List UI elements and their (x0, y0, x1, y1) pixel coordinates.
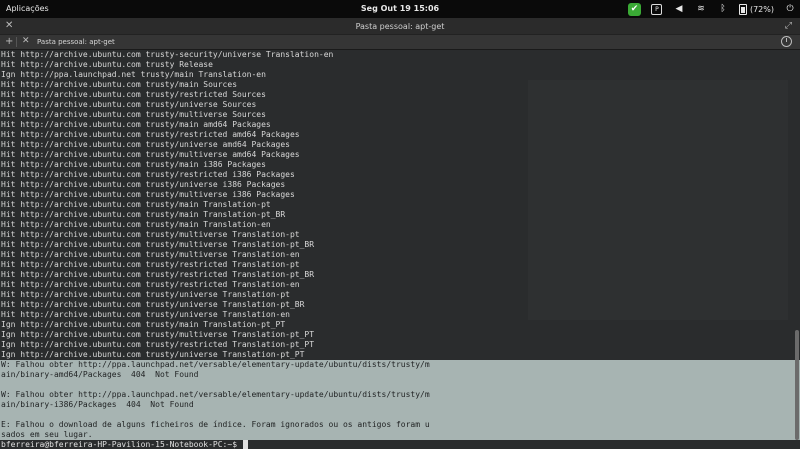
terminal-line: Ign http://archive.ubuntu.com trusty/res… (1, 340, 315, 349)
prompt-text: bferreira@bferreira-HP-Pavilion-15-Noteb… (1, 440, 242, 449)
terminal-line: Ign http://archive.ubuntu.com trusty/mul… (1, 330, 315, 339)
tab-close-icon[interactable]: ✕ (22, 36, 30, 46)
terminal-line: Hit http://archive.ubuntu.com trusty/res… (1, 270, 315, 279)
terminal-line: Hit http://archive.ubuntu.com trusty/res… (1, 130, 300, 139)
terminal-line: Hit http://archive.ubuntu.com trusty/mul… (1, 250, 300, 259)
terminal-line: Hit http://archive.ubuntu.com trusty/res… (1, 280, 300, 289)
maximize-icon[interactable]: ⤢ (785, 21, 792, 31)
volume-icon[interactable]: ◀︎ (673, 3, 685, 15)
keyboard-layout-icon[interactable]: P (651, 3, 663, 15)
terminal-line-selected: ain/binary-i386/Packages 404 Not Found (0, 400, 800, 410)
top-panel: Aplicações Seg Out 19 15:06 ✔ P ◀︎ ≋ ᛒ (… (0, 0, 800, 18)
terminal-line: Hit http://archive.ubuntu.com trusty/mai… (1, 220, 271, 229)
terminal-line-selected (0, 380, 800, 390)
wifi-icon[interactable]: ≋ (695, 3, 707, 15)
history-icon[interactable] (781, 36, 792, 47)
terminal-line: Hit http://archive.ubuntu.com trusty/uni… (1, 310, 290, 319)
terminal-line: Hit http://archive.ubuntu.com trusty/mul… (1, 110, 266, 119)
terminal-line: Ign http://ppa.launchpad.net trusty/main… (1, 70, 266, 79)
terminal-line: Hit http://archive.ubuntu.com trusty/uni… (1, 180, 286, 189)
terminal-line: Hit http://archive.ubuntu.com trusty/mul… (1, 230, 300, 239)
terminal-line: Hit http://archive.ubuntu.com trusty/mai… (1, 200, 271, 209)
terminal-line: Hit http://archive.ubuntu.com trusty/mul… (1, 240, 315, 249)
tab-separator (16, 37, 17, 47)
battery-icon (738, 3, 747, 15)
tab-label[interactable]: Pasta pessoal: apt-get (37, 38, 115, 46)
terminal-line: Hit http://archive.ubuntu.com trusty/res… (1, 260, 300, 269)
terminal-line: Hit http://archive.ubuntu.com trusty/res… (1, 170, 295, 179)
terminal-line-selected: sados em seu lugar. (0, 430, 800, 440)
terminal-line: Hit http://archive.ubuntu.com trusty/mai… (1, 160, 266, 169)
new-tab-icon[interactable]: + (5, 36, 13, 47)
terminal-line: Hit http://archive.ubuntu.com trusty/uni… (1, 100, 257, 109)
battery-indicator[interactable]: (72%) (738, 3, 774, 15)
terminal-line-selected: E: Falhou o download de alguns ficheiros… (0, 420, 800, 430)
check-icon[interactable]: ✔ (627, 2, 641, 16)
terminal-line: Ign http://archive.ubuntu.com trusty/mai… (1, 320, 286, 329)
text-cursor (242, 440, 248, 449)
system-tray: ✔ P ◀︎ ≋ ᛒ (72%) ⏻ (627, 1, 796, 17)
terminal-line: Hit http://archive.ubuntu.com trusty/uni… (1, 140, 290, 149)
tab-bar: + ✕ Pasta pessoal: apt-get (0, 35, 800, 50)
terminal-line: Ign http://archive.ubuntu.com trusty/uni… (1, 350, 305, 359)
terminal-line: Hit http://archive.ubuntu.com trusty/mai… (1, 210, 286, 219)
terminal-line-selected (0, 410, 800, 420)
terminal-line: Hit http://archive.ubuntu.com trusty-sec… (1, 50, 334, 59)
terminal-line: Hit http://archive.ubuntu.com trusty/mul… (1, 150, 300, 159)
terminal-line: Hit http://archive.ubuntu.com trusty/mai… (1, 80, 238, 89)
terminal-scrollbar[interactable] (795, 330, 799, 440)
window-title: Pasta pessoal: apt-get (355, 22, 445, 31)
terminal-line-selected: W: Falhou obter http://ppa.launchpad.net… (0, 360, 800, 370)
terminal-line: Hit http://archive.ubuntu.com trusty/mul… (1, 190, 295, 199)
terminal-line: Hit http://archive.ubuntu.com trusty/res… (1, 90, 266, 99)
terminal-view[interactable]: Hit http://archive.ubuntu.com trusty-sec… (0, 50, 800, 449)
terminal-output: Hit http://archive.ubuntu.com trusty-sec… (0, 50, 800, 449)
terminal-line: Hit http://archive.ubuntu.com trusty Rel… (1, 60, 213, 69)
window-titlebar[interactable]: ✕ Pasta pessoal: apt-get ⤢ (0, 18, 800, 35)
bluetooth-icon[interactable]: ᛒ (717, 3, 729, 15)
terminal-prompt[interactable]: bferreira@bferreira-HP-Pavilion-15-Noteb… (0, 440, 800, 449)
terminal-line: Hit http://archive.ubuntu.com trusty/uni… (1, 300, 305, 309)
terminal-line-selected: W: Falhou obter http://ppa.launchpad.net… (0, 390, 800, 400)
battery-percent: (72%) (749, 4, 774, 14)
power-icon[interactable]: ⏻ (784, 3, 796, 15)
terminal-line: Hit http://archive.ubuntu.com trusty/uni… (1, 290, 290, 299)
terminal-line-selected: ain/binary-amd64/Packages 404 Not Found (0, 370, 800, 380)
terminal-line: Hit http://archive.ubuntu.com trusty/mai… (1, 120, 271, 129)
